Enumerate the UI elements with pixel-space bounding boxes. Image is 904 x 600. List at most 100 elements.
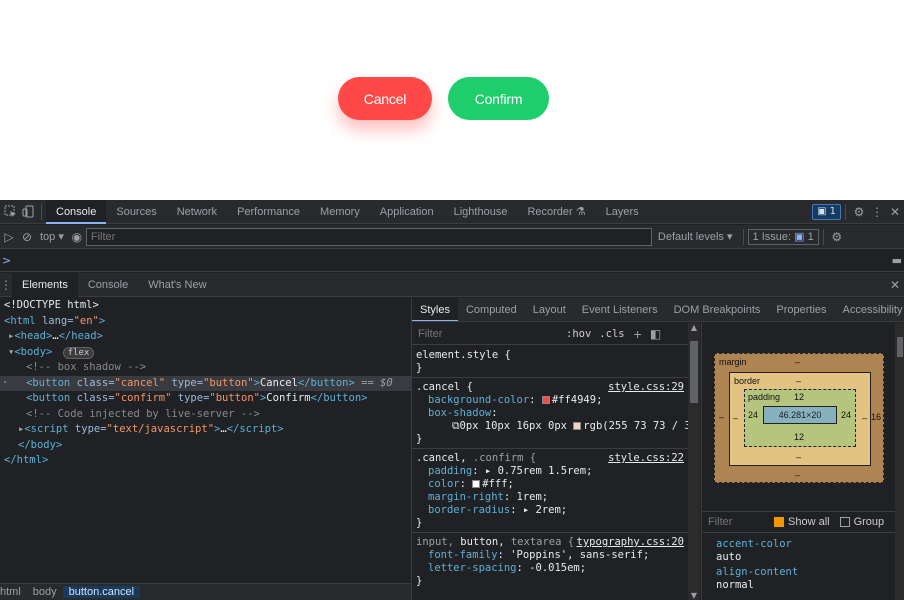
tab-application[interactable]: Application — [370, 200, 444, 224]
shadow-editor-icon[interactable]: ⧉ — [452, 420, 460, 432]
rule-typography[interactable]: typography.css:20 input, button, textare… — [412, 533, 688, 590]
console-filter-input[interactable] — [85, 227, 652, 246]
prop-value[interactable]: 0px 10px 16px 0px — [460, 420, 567, 432]
dom-comment[interactable]: <!-- Code injected by live-server --> — [0, 407, 411, 423]
tab-properties[interactable]: Properties — [768, 298, 834, 321]
cancel-button[interactable]: Cancel — [338, 77, 432, 120]
prop-name[interactable]: background-color — [416, 394, 529, 406]
rule-cancel[interactable]: style.css:29 .cancel { background-color:… — [412, 378, 688, 449]
prop-value[interactable]: rgb(255 73 73 / 35 — [583, 420, 688, 432]
tab-layers[interactable]: Layers — [596, 200, 649, 224]
hov-toggle[interactable]: :hov — [562, 328, 595, 340]
group-toggle[interactable]: Group — [836, 516, 889, 528]
prop-value[interactable]: 0.75rem 1.5rem; — [498, 465, 593, 477]
prop-name[interactable]: margin-right — [416, 491, 504, 503]
tab-dom-breakpoints[interactable]: DOM Breakpoints — [666, 298, 769, 321]
rule-source-link[interactable]: typography.css:20 — [577, 536, 684, 548]
scroll-thumb[interactable] — [690, 341, 698, 403]
cls-toggle[interactable]: .cls — [595, 328, 628, 340]
issues-link[interactable]: 1 Issue: ▣ 1 — [747, 228, 819, 245]
prop-value[interactable]: 1rem; — [517, 491, 549, 503]
dom-script-node[interactable]: ▸<script type="text/javascript">…</scrip… — [0, 422, 411, 438]
scroll-thumb[interactable] — [897, 337, 903, 357]
prop-name[interactable]: box-shadow — [416, 407, 491, 419]
styles-scrollbar[interactable]: ▲ ▼ — [688, 323, 700, 600]
breadcrumb-button-cancel[interactable]: button.cancel — [62, 586, 141, 598]
rule-source-link[interactable]: style.css:22 — [608, 452, 684, 464]
computed-prop-name[interactable]: align-content — [716, 566, 902, 579]
scroll-down-arrow-icon[interactable]: ▼ — [688, 591, 700, 600]
rule-cancel-confirm[interactable]: style.css:22 .cancel, .confirm { padding… — [412, 449, 688, 533]
prop-value[interactable]: -0.015em; — [529, 562, 586, 574]
box-model-padding[interactable]: padding 12 12 24 24 46.281×20 — [744, 389, 856, 447]
tab-memory[interactable]: Memory — [310, 200, 370, 224]
box-model-content[interactable]: 46.281×20 — [763, 406, 837, 424]
tab-performance[interactable]: Performance — [227, 200, 310, 224]
dom-doctype[interactable]: <!DOCTYPE html> — [0, 298, 411, 314]
rule-source-link[interactable]: style.css:29 — [608, 381, 684, 393]
tab-layout[interactable]: Layout — [525, 298, 574, 321]
breadcrumb-html[interactable]: html — [0, 586, 27, 598]
prop-value[interactable]: 2rem; — [536, 504, 568, 516]
add-rule-icon[interactable]: + — [629, 325, 647, 343]
show-all-toggle[interactable]: Show all — [768, 516, 836, 528]
tab-console[interactable]: Console — [46, 199, 107, 224]
scroll-up-arrow-icon[interactable]: ▲ — [688, 323, 700, 332]
scroll-handle[interactable]: ▬ — [892, 254, 904, 267]
more-options-icon[interactable]: ⋮ — [868, 203, 886, 221]
issues-badge[interactable]: ▣ 1 — [812, 203, 841, 220]
styles-filter-input[interactable] — [414, 324, 562, 343]
breadcrumb-body[interactable]: body — [27, 586, 63, 598]
tab-event-listeners[interactable]: Event Listeners — [574, 298, 666, 321]
dom-cancel-button-node[interactable]: · <button class="cancel" type="button">C… — [0, 375, 411, 391]
tab-whats-new[interactable]: What's New — [138, 273, 216, 297]
dom-comment[interactable]: <!-- box shadow --> — [0, 360, 411, 376]
tab-lighthouse[interactable]: Lighthouse — [444, 200, 518, 224]
expand-arrow-icon[interactable]: ▸ — [523, 504, 536, 516]
device-toolbar-icon[interactable] — [19, 203, 37, 221]
close-drawer-icon[interactable]: ✕ — [886, 276, 904, 294]
expand-arrow-icon[interactable]: ▸ — [485, 465, 498, 477]
gear-icon[interactable]: ⚙ — [850, 203, 868, 221]
prop-value[interactable]: #fff; — [482, 478, 514, 490]
dom-body-close[interactable]: </body> — [0, 438, 411, 454]
prop-value[interactable]: #ff4949; — [552, 394, 603, 406]
console-prompt[interactable]: > ▬ — [0, 250, 904, 272]
computed-scrollbar[interactable] — [895, 323, 904, 600]
box-model-margin[interactable]: margin – – – 16 border – – – – padding 1… — [714, 353, 884, 483]
show-all-checkbox[interactable] — [774, 517, 784, 528]
computed-filter-input[interactable] — [704, 513, 768, 531]
color-swatch[interactable] — [573, 422, 582, 430]
computed-sidebar-toggle-icon[interactable]: ◧ — [647, 325, 665, 343]
tab-recorder[interactable]: Recorder ⚗ — [517, 200, 595, 224]
tab-drawer-console[interactable]: Console — [78, 273, 138, 297]
dom-head-node[interactable]: ▸<head>…</head> — [0, 329, 411, 345]
dom-confirm-button-node[interactable]: <button class="confirm" type="button">Co… — [0, 391, 411, 407]
inspect-element-icon[interactable] — [1, 203, 19, 221]
computed-prop-name[interactable]: accent-color — [716, 538, 902, 551]
prop-name[interactable]: letter-spacing — [416, 562, 517, 574]
prop-name[interactable]: padding — [416, 465, 472, 477]
tab-accessibility[interactable]: Accessibility — [835, 298, 904, 321]
default-levels-dropdown[interactable]: Default levels ▾ — [652, 230, 739, 243]
rule-element-style[interactable]: element.style { } — [412, 346, 688, 378]
dom-html-node[interactable]: <html lang="en"> — [0, 314, 411, 330]
tab-computed[interactable]: Computed — [458, 298, 525, 321]
flex-badge[interactable]: flex — [62, 346, 95, 359]
context-selector[interactable]: top ▾ — [36, 230, 68, 243]
tab-elements[interactable]: Elements — [12, 272, 78, 297]
prop-name[interactable]: border-radius — [416, 504, 510, 516]
console-settings-icon[interactable]: ⚙ — [828, 228, 846, 246]
dom-body-node[interactable]: ▾<body> flex — [0, 345, 411, 361]
tab-sources[interactable]: Sources — [106, 200, 166, 224]
color-swatch[interactable] — [541, 396, 550, 404]
clear-console-icon[interactable]: ⊘ — [18, 228, 36, 246]
box-model-border[interactable]: border – – – – padding 12 12 24 24 46.28… — [729, 372, 871, 466]
sidebar-toggle-icon[interactable]: ▷ — [0, 228, 18, 246]
prop-name[interactable]: font-family — [416, 549, 498, 561]
close-icon[interactable]: ✕ — [886, 203, 904, 221]
group-checkbox[interactable] — [839, 517, 850, 528]
prop-name[interactable]: color — [416, 478, 460, 490]
color-swatch[interactable] — [472, 480, 481, 488]
eye-icon[interactable]: ◉ — [68, 228, 86, 246]
